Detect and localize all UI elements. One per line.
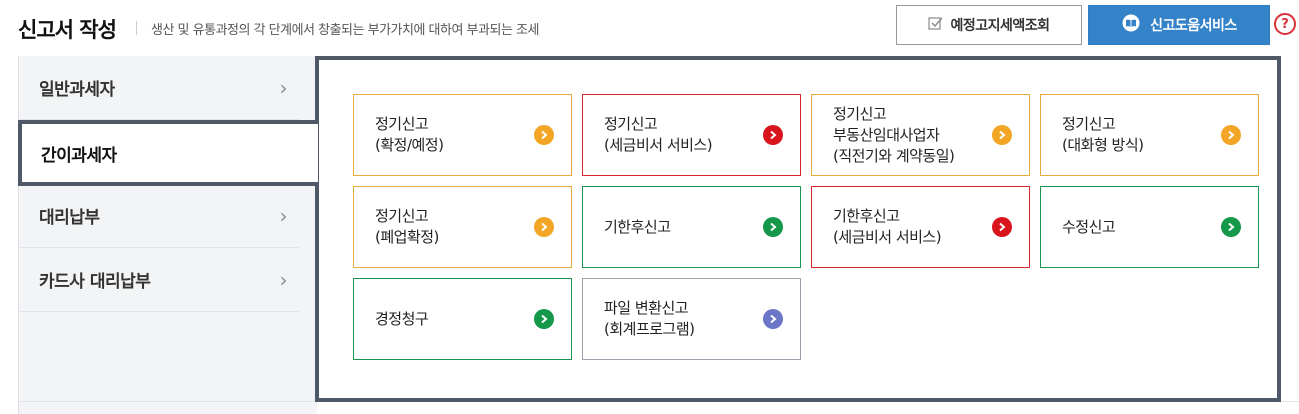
card-regular-filing-interactive[interactable]: 정기신고 (대화형 방식): [1040, 94, 1259, 176]
chevron-right-icon: [763, 309, 783, 329]
prenotice-lookup-button[interactable]: 예정고지세액조회: [896, 5, 1082, 45]
chevron-right-icon: [992, 125, 1012, 145]
title-divider: [136, 21, 137, 35]
card-label: 기한후신고 (세금비서 서비스): [833, 207, 942, 246]
card-late-filing[interactable]: 기한후신고: [582, 186, 801, 268]
chevron-right-icon: [763, 125, 783, 145]
sidebar-item-simplified-taxpayer[interactable]: 간이과세자: [18, 120, 318, 186]
page-title: 신고서 작성: [18, 18, 117, 42]
card-correction-claim[interactable]: 경정청구: [353, 278, 572, 360]
card-regular-filing-tax-secretary[interactable]: 정기신고 (세금비서 서비스): [582, 94, 801, 176]
chevron-right-icon: ›: [279, 203, 288, 228]
chevron-right-icon: [1221, 217, 1241, 237]
card-file-conversion-filing[interactable]: 파일 변환신고 (회계프로그램): [582, 278, 801, 360]
taxpayer-type-sidebar: 일반과세자 › 간이과세자 대리납부 › 카드사 대리납부 ›: [18, 56, 318, 414]
card-regular-filing-closure[interactable]: 정기신고 (폐업확정): [353, 186, 572, 268]
page-subtitle: 생산 및 유통과정의 각 단계에서 창출되는 부가가치에 대하여 부과되는 조세: [151, 23, 539, 38]
chevron-right-icon: [534, 217, 554, 237]
help-icon[interactable]: ?: [1274, 13, 1296, 35]
chevron-right-icon: [1221, 125, 1241, 145]
sidebar-item-proxy-payment[interactable]: 대리납부 ›: [19, 184, 299, 248]
sidebar-item-general-taxpayer[interactable]: 일반과세자 ›: [19, 56, 299, 120]
card-label: 기한후신고: [604, 217, 671, 236]
card-label: 경정청구: [375, 309, 429, 328]
sidebar-item-label: 일반과세자: [39, 80, 115, 100]
card-amended-filing[interactable]: 수정신고: [1040, 186, 1259, 268]
chevron-right-icon: [534, 309, 554, 329]
card-label: 정기신고 (대화형 방식): [1062, 115, 1144, 154]
card-label: 파일 변환신고 (회계프로그램): [604, 299, 695, 338]
card-label: 수정신고: [1062, 217, 1116, 236]
card-label: 정기신고 (폐업확정): [375, 207, 439, 246]
filing-help-service-label: 신고도움서비스: [1150, 18, 1237, 34]
prenotice-lookup-label: 예정고지세액조회: [950, 18, 1050, 34]
filing-help-service-button[interactable]: 신고도움서비스: [1088, 5, 1270, 45]
card-late-filing-tax-secretary[interactable]: 기한후신고 (세금비서 서비스): [811, 186, 1030, 268]
checkbox-icon: [928, 16, 943, 35]
chevron-right-icon: [992, 217, 1012, 237]
sidebar-item-label: 대리납부: [39, 208, 100, 228]
book-icon: [1121, 14, 1141, 36]
card-label: 정기신고 부동산임대사업자 (직전기와 계약동일): [833, 104, 955, 165]
sidebar-item-label: 간이과세자: [41, 145, 117, 166]
page-header: 신고서 작성 생산 및 유통과정의 각 단계에서 창출되는 부가가치에 대하여 …: [0, 0, 1299, 56]
chevron-right-icon: [534, 125, 554, 145]
card-label: 정기신고 (확정/예정): [375, 115, 444, 154]
chevron-right-icon: ›: [279, 267, 288, 292]
sidebar-item-card-proxy-payment[interactable]: 카드사 대리납부 ›: [19, 248, 299, 312]
card-label: 정기신고 (세금비서 서비스): [604, 115, 713, 154]
chevron-right-icon: [763, 217, 783, 237]
card-regular-filing-real-estate-lease[interactable]: 정기신고 부동산임대사업자 (직전기와 계약동일): [811, 94, 1030, 176]
filing-options-panel: 정기신고 (확정/예정) 정기신고 (세금비서 서비스) 정기신고 부동산임대사…: [315, 56, 1281, 402]
chevron-right-icon: ›: [279, 75, 288, 100]
card-regular-filing-confirmed-scheduled[interactable]: 정기신고 (확정/예정): [353, 94, 572, 176]
sidebar-item-label: 카드사 대리납부: [39, 272, 151, 292]
